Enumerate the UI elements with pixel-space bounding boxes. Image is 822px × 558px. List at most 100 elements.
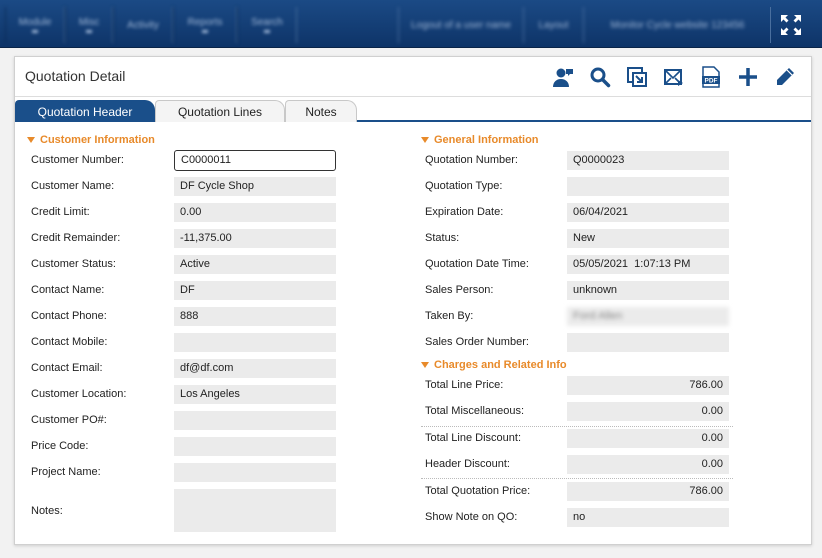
section-title: Customer Information [40,134,155,146]
contact-name-field: DF [174,281,336,300]
fullscreen-icon [780,15,801,35]
tab-quotation-header[interactable]: Quotation Header [15,100,155,122]
menu-search[interactable]: Search [237,7,297,43]
label-notes: Notes: [31,505,63,517]
customer-number-field[interactable]: C0000011 [174,150,336,171]
collapse-triangle-icon [421,137,429,143]
total-line-discount-field: 0.00 [567,429,729,448]
site-label: Monitor Cycle website 123456 [610,19,745,31]
label-contact-name: Contact Name: [31,284,105,296]
email-button[interactable] [662,65,686,89]
user-logout[interactable]: Logout of a user name [398,7,523,43]
section-charges[interactable]: Charges and Related Info [421,359,567,371]
contact-icon [553,68,573,87]
user-label: Logout of a user name [410,19,512,31]
collapse-triangle-icon [421,362,429,368]
section-customer-information[interactable]: Customer Information [27,134,155,146]
sales-person-field: unknown [567,281,729,300]
label-customer-location: Customer Location: [31,388,127,400]
fullscreen-button[interactable] [770,7,810,43]
quotation-type-field [567,177,729,196]
label-taken-by: Taken By: [425,310,474,322]
menu-label: Activity [127,19,159,31]
tab-label: Quotation Lines [177,104,263,119]
chevron-down-icon [202,29,208,34]
credit-remainder-field: -11,375.00 [174,229,336,248]
label-project-name: Project Name: [31,466,101,478]
label-total-line-discount: Total Line Discount: [425,432,521,444]
tab-bar: Quotation Header Quotation Lines Notes [15,98,811,122]
customer-name-field: DF Cycle Shop [174,177,336,196]
section-general-information[interactable]: General Information [421,134,539,146]
menu-label: Reports [187,16,223,28]
layout-label: Layout [538,19,569,31]
customer-location-field: Los Angeles [174,385,336,404]
sales-order-number-field [567,333,729,352]
add-button[interactable] [736,65,760,89]
label-expiration-date: Expiration Date: [425,206,504,218]
label-customer-po: Customer PO#: [31,414,107,426]
search-button[interactable] [588,65,612,89]
project-name-field [174,463,336,482]
site-selector[interactable]: Monitor Cycle website 123456 [583,7,771,43]
status-field: New [567,229,729,248]
copy-button[interactable] [625,65,649,89]
expiration-date-field: 06/04/2021 [567,203,729,222]
search-icon [590,67,611,88]
label-total-line-price: Total Line Price: [425,379,504,391]
label-customer-name: Customer Name: [31,180,115,192]
pdf-button[interactable]: PDF [699,65,723,89]
tab-label: Quotation Header [37,104,133,119]
quotation-detail-panel: Quotation Detail PDF Quotation Header Qu… [14,56,812,545]
label-contact-email: Contact Email: [31,362,103,374]
pdf-icon: PDF [702,66,720,88]
credit-limit-field: 0.00 [174,203,336,222]
top-navigation-bar: Module Misc Activity Reports Search Logo… [0,0,822,48]
add-icon [739,68,757,86]
chevron-down-icon [264,29,270,34]
label-total-quotation-price: Total Quotation Price: [425,485,531,497]
notes-field [174,489,336,532]
tab-quotation-lines[interactable]: Quotation Lines [155,100,285,122]
quotation-number-field: Q0000023 [567,151,729,170]
contact-button[interactable] [551,65,575,89]
label-status: Status: [425,232,460,244]
label-total-miscellaneous: Total Miscellaneous: [425,405,525,417]
menu-label: Module [18,16,52,28]
label-credit-remainder: Credit Remainder: [31,232,121,244]
contact-mobile-field [174,333,336,352]
total-line-price-field: 786.00 [567,376,729,395]
chevron-down-icon [32,29,38,34]
label-contact-mobile: Contact Mobile: [31,336,108,348]
menu-label: Misc [78,16,100,28]
label-price-code: Price Code: [31,440,89,452]
customer-po-field [174,411,336,430]
divider [421,426,733,427]
contact-phone-field: 888 [174,307,336,326]
chevron-down-icon [86,29,92,34]
section-title: General Information [434,134,539,146]
tab-label: Notes [305,104,337,119]
label-customer-number: Customer Number: [31,154,124,166]
label-sales-order-number: Sales Order Number: [425,336,529,348]
label-sales-person: Sales Person: [425,284,494,296]
price-code-field [174,437,336,456]
layout-button[interactable]: Layout [523,7,583,43]
contact-email-field: df@df.com [174,359,336,378]
label-quotation-number: Quotation Number: [425,154,518,166]
customer-status-field: Active [174,255,336,274]
menu-misc[interactable]: Misc [65,7,113,43]
label-credit-limit: Credit Limit: [31,206,90,218]
menu-reports[interactable]: Reports [173,7,237,43]
menu-module[interactable]: Module [5,7,65,43]
label-quotation-date-time: Quotation Date Time: [425,258,529,270]
user-menu: Logout of a user name Layout Monitor Cyc… [398,7,771,43]
label-show-note-on-qo: Show Note on QO: [425,511,518,523]
menu-activity[interactable]: Activity [113,7,173,43]
tab-notes[interactable]: Notes [285,100,357,122]
total-miscellaneous-field: 0.00 [567,402,729,421]
label-customer-status: Customer Status: [31,258,116,270]
edit-button[interactable] [773,65,797,89]
main-menu: Module Misc Activity Reports Search [5,7,297,43]
label-header-discount: Header Discount: [425,458,510,470]
